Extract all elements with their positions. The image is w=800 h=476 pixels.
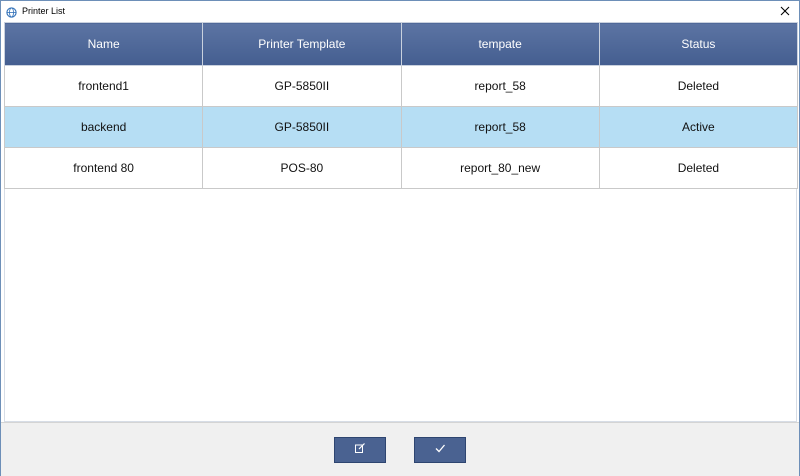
column-header-name[interactable]: Name xyxy=(3,22,204,66)
edit-icon xyxy=(354,441,366,459)
cell-template[interactable]: report_58 xyxy=(400,65,600,107)
close-icon[interactable] xyxy=(777,3,793,19)
printer-grid: Name Printer Template tempate Status fro… xyxy=(3,22,799,422)
globe-icon xyxy=(6,5,17,18)
table-header-row: Name Printer Template tempate Status xyxy=(3,22,799,66)
edit-button[interactable] xyxy=(334,437,386,463)
cell-name[interactable]: frontend1 xyxy=(3,65,204,107)
cell-name[interactable]: backend xyxy=(3,106,204,148)
cell-template[interactable]: report_80_new xyxy=(400,147,600,189)
table-row[interactable]: frontend1 GP-5850II report_58 Deleted xyxy=(3,65,799,107)
printer-list-window: Printer List Name Printer Template tempa… xyxy=(0,0,800,476)
cell-status[interactable]: Active xyxy=(598,106,799,148)
footer-bar xyxy=(1,422,799,476)
cell-template[interactable]: report_58 xyxy=(400,106,600,148)
cell-name[interactable]: frontend 80 xyxy=(3,147,204,189)
table-row-selected[interactable]: backend GP-5850II report_58 Active xyxy=(3,106,799,148)
printer-table: Name Printer Template tempate Status fro… xyxy=(3,22,799,189)
window-title: Printer List xyxy=(22,6,66,16)
cell-status[interactable]: Deleted xyxy=(598,65,799,107)
table-row[interactable]: frontend 80 POS-80 report_80_new Deleted xyxy=(3,147,799,189)
column-header-tempate[interactable]: tempate xyxy=(400,22,600,66)
column-header-status[interactable]: Status xyxy=(598,22,799,66)
cell-printer-template[interactable]: POS-80 xyxy=(202,147,402,189)
checkmark-icon xyxy=(434,441,446,459)
column-header-printer-template[interactable]: Printer Template xyxy=(202,22,402,66)
confirm-button[interactable] xyxy=(414,437,466,463)
cell-printer-template[interactable]: GP-5850II xyxy=(202,106,402,148)
cell-printer-template[interactable]: GP-5850II xyxy=(202,65,402,107)
cell-status[interactable]: Deleted xyxy=(598,147,799,189)
title-bar: Printer List xyxy=(1,1,799,21)
